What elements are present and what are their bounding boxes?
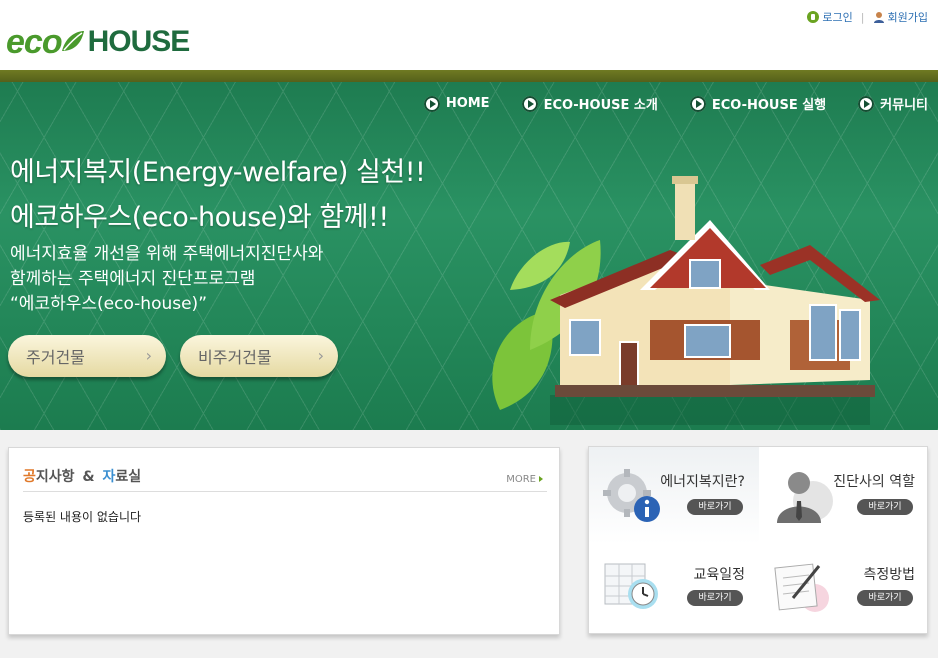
quick-links-panel: 에너지복지란? 바로가기 진단사의 역할 바로가기 교육일정 바로가기 측정방법… bbox=[588, 446, 928, 634]
notice-empty-message: 등록된 내용이 없습니다 bbox=[23, 510, 142, 524]
desc-line-1: 에너지효율 개선을 위해 주택에너지진단사와 bbox=[10, 244, 324, 264]
title-char-2: 자 bbox=[102, 469, 116, 485]
go-button[interactable]: 바로가기 bbox=[857, 499, 913, 515]
hero-top-strip bbox=[0, 70, 938, 82]
title-rest-1: 지사항 bbox=[35, 469, 75, 485]
go-button[interactable]: 바로가기 bbox=[687, 590, 743, 606]
nav-label: 커뮤니티 bbox=[880, 98, 928, 113]
logo-house-text: HOUSE bbox=[87, 25, 191, 58]
title-char-1: 공 bbox=[23, 469, 36, 485]
quick-link-label: 에너지복지란? bbox=[660, 474, 745, 490]
nav-item-community[interactable]: 커뮤니티 bbox=[858, 94, 928, 113]
more-link[interactable]: MORE bbox=[506, 474, 543, 485]
title-amp: & bbox=[82, 469, 95, 485]
divider: | bbox=[860, 10, 865, 24]
main-nav: HOME ECO-HOUSE 소개 ECO-HOUSE 실행 커뮤니티 bbox=[423, 94, 928, 113]
play-circle-icon bbox=[689, 95, 706, 112]
hero-description: 에너지효율 개선을 위해 주택에너지진단사와 함께하는 주택에너지 진단프로그램… bbox=[10, 242, 323, 317]
site-logo[interactable]: eco HOUSE bbox=[6, 22, 191, 62]
quick-link-inspector-role[interactable]: 진단사의 역할 바로가기 bbox=[759, 447, 929, 544]
login-link[interactable]: 로그인 bbox=[807, 9, 853, 25]
person-icon bbox=[777, 472, 833, 523]
notice-divider bbox=[23, 491, 547, 492]
nav-label: ECO-HOUSE 소개 bbox=[543, 98, 658, 113]
quick-link-energy-welfare[interactable]: 에너지복지란? 바로가기 bbox=[589, 447, 759, 544]
nonresidential-label: 비주거건물 bbox=[198, 348, 272, 367]
play-circle-icon bbox=[521, 95, 538, 112]
hero-headline: 에너지복지(Energy-welfare) 실천!! 에코하우스(eco-hou… bbox=[10, 150, 426, 240]
chevron-right-icon: › bbox=[145, 346, 152, 365]
play-circle-icon bbox=[423, 95, 440, 112]
user-icon bbox=[873, 12, 884, 23]
nonresidential-button[interactable]: 비주거건물 › bbox=[180, 335, 338, 377]
residential-label: 주거건물 bbox=[26, 348, 85, 367]
signup-label: 회원가입 bbox=[887, 11, 928, 24]
quick-link-label: 진단사의 역할 bbox=[833, 474, 915, 490]
nav-item-execute[interactable]: ECO-HOUSE 실행 bbox=[689, 94, 827, 113]
house-illustration bbox=[492, 176, 880, 425]
login-label: 로그인 bbox=[822, 11, 853, 24]
utility-links: 로그인 | 회원가입 bbox=[807, 9, 928, 25]
notice-panel: 공지사항 & 자료실 MORE 등록된 내용이 없습니다 bbox=[8, 447, 560, 635]
play-circle-icon bbox=[858, 95, 875, 112]
quick-link-label: 측정방법 bbox=[863, 567, 915, 583]
site-header: eco HOUSE 로그인 | 회원가입 bbox=[0, 0, 938, 70]
quick-link-measurement-method[interactable]: 측정방법 바로가기 bbox=[759, 544, 929, 635]
headline-line-2: 에코하우스(eco-house)와 함께!! bbox=[10, 202, 389, 233]
go-button[interactable]: 바로가기 bbox=[857, 590, 913, 606]
signup-link[interactable]: 회원가입 bbox=[873, 9, 928, 25]
desc-line-3: “에코하우스(eco-house)” bbox=[10, 294, 208, 314]
nav-item-home[interactable]: HOME bbox=[423, 94, 490, 113]
calendar-clock-icon bbox=[604, 563, 658, 609]
nav-label: ECO-HOUSE 실행 bbox=[711, 98, 827, 113]
nav-label: HOME bbox=[445, 96, 490, 111]
desc-line-2: 함께하는 주택에너지 진단프로그램 bbox=[10, 269, 256, 289]
title-rest-2: 료실 bbox=[115, 469, 142, 485]
residential-button[interactable]: 주거건물 › bbox=[8, 335, 166, 377]
quick-link-label: 교육일정 bbox=[693, 567, 745, 583]
hero-banner: HOME ECO-HOUSE 소개 ECO-HOUSE 실행 커뮤니티 에너지복… bbox=[0, 70, 938, 430]
lock-icon bbox=[807, 11, 820, 23]
chevron-right-icon: › bbox=[317, 346, 324, 365]
nav-item-about[interactable]: ECO-HOUSE 소개 bbox=[521, 94, 658, 113]
go-button[interactable]: 바로가기 bbox=[687, 499, 743, 515]
quick-link-education-schedule[interactable]: 교육일정 바로가기 bbox=[589, 544, 759, 635]
document-pen-icon bbox=[774, 563, 829, 612]
gear-info-icon bbox=[603, 469, 660, 522]
headline-line-1: 에너지복지(Energy-welfare) 실천!! bbox=[10, 157, 426, 188]
leaf-icon bbox=[61, 31, 84, 51]
notice-title: 공지사항 & 자료실 bbox=[23, 466, 141, 486]
logo-eco-text: eco bbox=[6, 22, 63, 61]
